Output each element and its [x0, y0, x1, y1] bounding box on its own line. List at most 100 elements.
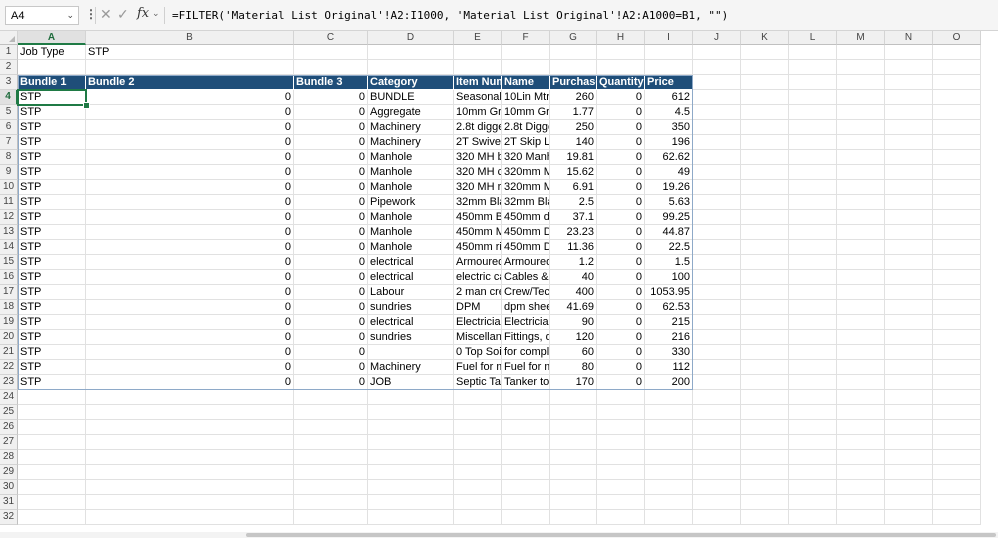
cell[interactable]	[885, 435, 933, 450]
cell[interactable]: Manhole	[368, 240, 454, 255]
cell[interactable]	[693, 360, 741, 375]
cell[interactable]: DPM	[454, 300, 502, 315]
cell[interactable]	[693, 210, 741, 225]
cell[interactable]	[741, 480, 789, 495]
cell[interactable]	[789, 270, 837, 285]
cell[interactable]: 0	[597, 315, 645, 330]
cell[interactable]: 320 Manh	[502, 150, 550, 165]
row-header[interactable]: 30	[0, 480, 18, 495]
cell[interactable]	[741, 105, 789, 120]
cell[interactable]: 0	[294, 150, 368, 165]
row-header[interactable]: 22	[0, 360, 18, 375]
cell[interactable]	[368, 390, 454, 405]
row-header[interactable]: 32	[0, 510, 18, 525]
cell[interactable]	[454, 450, 502, 465]
row-header[interactable]: 25	[0, 405, 18, 420]
cell[interactable]: STP	[18, 150, 86, 165]
cell[interactable]	[789, 345, 837, 360]
cell[interactable]	[789, 255, 837, 270]
cell[interactable]	[550, 390, 597, 405]
cell[interactable]	[693, 435, 741, 450]
cell[interactable]: 0	[597, 90, 645, 105]
cell[interactable]: 196	[645, 135, 693, 150]
cell[interactable]	[693, 270, 741, 285]
cell[interactable]: 0	[86, 345, 294, 360]
cell[interactable]	[693, 195, 741, 210]
column-header[interactable]: I	[645, 31, 693, 45]
cell[interactable]: 0	[597, 225, 645, 240]
fx-chevron-down-icon[interactable]: ⌄	[152, 8, 160, 19]
cell[interactable]	[693, 75, 741, 90]
cell[interactable]	[837, 315, 885, 330]
cell[interactable]: 19.81	[550, 150, 597, 165]
cell[interactable]	[741, 360, 789, 375]
cell[interactable]	[645, 435, 693, 450]
cell[interactable]	[18, 465, 86, 480]
cell[interactable]	[741, 255, 789, 270]
cell[interactable]	[837, 450, 885, 465]
cell[interactable]: 320mm MI	[502, 180, 550, 195]
cell[interactable]: Machinery	[368, 135, 454, 150]
cell[interactable]: 0	[86, 120, 294, 135]
cell[interactable]: 0	[86, 270, 294, 285]
cell[interactable]: 0	[597, 255, 645, 270]
row-header[interactable]: 12	[0, 210, 18, 225]
cell[interactable]	[933, 285, 981, 300]
cell[interactable]	[368, 435, 454, 450]
cell[interactable]	[885, 300, 933, 315]
cell[interactable]	[18, 510, 86, 525]
cell[interactable]: STP	[18, 210, 86, 225]
cell[interactable]: Manhole	[368, 225, 454, 240]
cell[interactable]	[885, 210, 933, 225]
column-header[interactable]: B	[86, 31, 294, 45]
cell[interactable]	[789, 165, 837, 180]
cell[interactable]	[885, 75, 933, 90]
cell[interactable]: STP	[18, 90, 86, 105]
cell[interactable]	[933, 390, 981, 405]
cell[interactable]	[294, 405, 368, 420]
cell[interactable]	[885, 120, 933, 135]
cell[interactable]: 260	[550, 90, 597, 105]
column-header[interactable]: D	[368, 31, 454, 45]
cell[interactable]: 320 MH ris	[454, 180, 502, 195]
cell[interactable]	[693, 135, 741, 150]
cell[interactable]	[18, 405, 86, 420]
cell[interactable]	[789, 315, 837, 330]
cell[interactable]: 2.8t digger	[454, 120, 502, 135]
cell[interactable]: 0	[294, 240, 368, 255]
cell[interactable]: 0	[86, 285, 294, 300]
cell[interactable]	[18, 435, 86, 450]
table-header-cell[interactable]: Bundle 3	[294, 75, 368, 90]
cell[interactable]	[933, 90, 981, 105]
cell[interactable]	[693, 465, 741, 480]
cell[interactable]	[550, 450, 597, 465]
cell[interactable]: 0	[86, 165, 294, 180]
cell[interactable]	[693, 480, 741, 495]
cell[interactable]	[933, 135, 981, 150]
cell[interactable]	[885, 495, 933, 510]
cell[interactable]	[885, 390, 933, 405]
table-header-cell[interactable]: Purchase	[550, 75, 597, 90]
cell[interactable]	[933, 150, 981, 165]
cell[interactable]: 15.62	[550, 165, 597, 180]
cell[interactable]	[789, 510, 837, 525]
cell[interactable]: 0	[597, 345, 645, 360]
cell[interactable]	[789, 405, 837, 420]
cell[interactable]: JOB	[368, 375, 454, 390]
cell[interactable]: Machinery	[368, 120, 454, 135]
cell[interactable]: 0	[597, 105, 645, 120]
cell[interactable]: 0	[597, 180, 645, 195]
cell[interactable]	[933, 465, 981, 480]
cell[interactable]	[885, 465, 933, 480]
cell[interactable]	[885, 135, 933, 150]
cell[interactable]: for comple	[502, 345, 550, 360]
cell[interactable]	[502, 510, 550, 525]
cell[interactable]: 44.87	[645, 225, 693, 240]
cell[interactable]	[789, 285, 837, 300]
cell[interactable]	[368, 465, 454, 480]
cell[interactable]: 60	[550, 345, 597, 360]
cell[interactable]: 0 Top Soil a	[454, 345, 502, 360]
cell[interactable]	[693, 180, 741, 195]
cell[interactable]: 6.91	[550, 180, 597, 195]
cell[interactable]	[933, 480, 981, 495]
